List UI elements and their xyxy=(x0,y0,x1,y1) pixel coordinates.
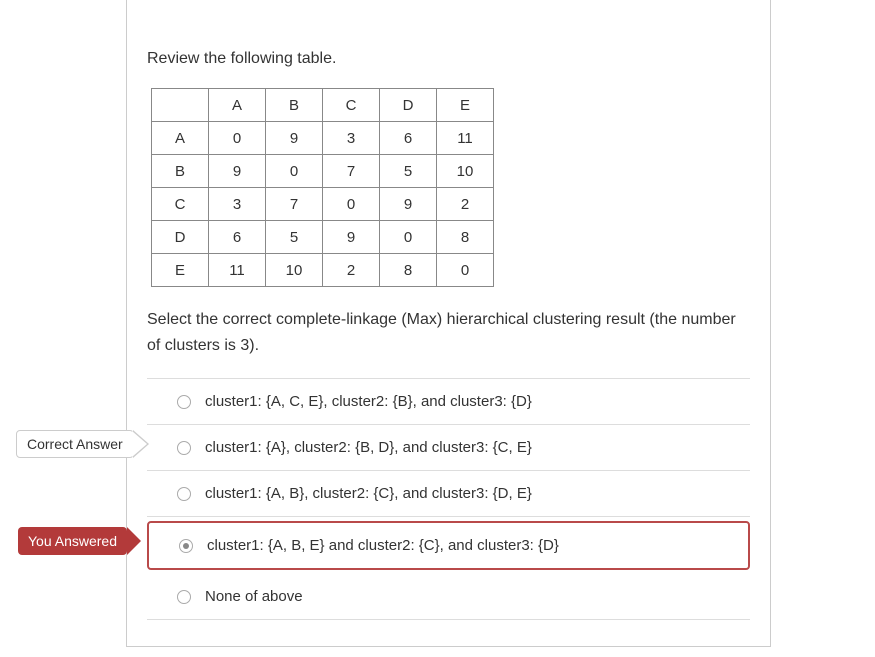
option-2[interactable]: cluster1: {A}, cluster2: {B, D}, and clu… xyxy=(147,425,750,471)
badge-label: Correct Answer xyxy=(27,436,123,452)
table-cell: 2 xyxy=(437,188,494,221)
table-row-label: D xyxy=(152,221,209,254)
radio-icon-filled xyxy=(179,539,193,553)
distance-matrix-table: A B C D E A 0 9 3 6 11 B 9 0 7 5 10 xyxy=(151,88,494,287)
table-header-cell: C xyxy=(323,89,380,122)
options-list: cluster1: {A, C, E}, cluster2: {B}, and … xyxy=(147,378,750,620)
table-cell: 8 xyxy=(380,254,437,287)
option-1[interactable]: cluster1: {A, C, E}, cluster2: {B}, and … xyxy=(147,379,750,425)
option-label: cluster1: {A, B, E} and cluster2: {C}, a… xyxy=(207,537,559,554)
table-header-row: A B C D E xyxy=(152,89,494,122)
table-header-cell: E xyxy=(437,89,494,122)
table-row-label: C xyxy=(152,188,209,221)
table-row: E 11 10 2 8 0 xyxy=(152,254,494,287)
table-header-cell: B xyxy=(266,89,323,122)
table-cell: 0 xyxy=(209,122,266,155)
radio-icon xyxy=(177,395,191,409)
table-cell: 9 xyxy=(209,155,266,188)
option-5[interactable]: None of above xyxy=(147,574,750,620)
table-cell: 5 xyxy=(266,221,323,254)
correct-answer-badge: Correct Answer xyxy=(16,430,134,458)
badge-label: You Answered xyxy=(28,533,117,549)
option-4-selected[interactable]: cluster1: {A, B, E} and cluster2: {C}, a… xyxy=(147,521,750,570)
table-cell: 9 xyxy=(380,188,437,221)
radio-icon xyxy=(177,590,191,604)
table-cell: 10 xyxy=(266,254,323,287)
table-header-cell: A xyxy=(209,89,266,122)
table-cell: 6 xyxy=(380,122,437,155)
table-cell: 7 xyxy=(266,188,323,221)
option-label: cluster1: {A, C, E}, cluster2: {B}, and … xyxy=(205,393,532,410)
table-cell: 9 xyxy=(323,221,380,254)
radio-icon xyxy=(177,487,191,501)
table-cell: 3 xyxy=(209,188,266,221)
option-label: None of above xyxy=(205,588,303,605)
radio-icon xyxy=(177,441,191,455)
table-row-label: B xyxy=(152,155,209,188)
table-cell: 10 xyxy=(437,155,494,188)
you-answered-badge: You Answered xyxy=(18,527,127,555)
table-row: B 9 0 7 5 10 xyxy=(152,155,494,188)
question-content: Review the following table. A B C D E A … xyxy=(127,0,770,640)
table-cell: 8 xyxy=(437,221,494,254)
arrow-right-icon xyxy=(132,431,147,457)
option-label: cluster1: {A}, cluster2: {B, D}, and clu… xyxy=(205,439,532,456)
table-header-cell xyxy=(152,89,209,122)
option-3[interactable]: cluster1: {A, B}, cluster2: {C}, and clu… xyxy=(147,471,750,517)
table-cell: 9 xyxy=(266,122,323,155)
table-header-cell: D xyxy=(380,89,437,122)
table-cell: 3 xyxy=(323,122,380,155)
table-row: C 3 7 0 9 2 xyxy=(152,188,494,221)
table-cell: 0 xyxy=(380,221,437,254)
table-cell: 11 xyxy=(437,122,494,155)
question-container: Review the following table. A B C D E A … xyxy=(126,0,771,647)
review-instruction: Review the following table. xyxy=(147,50,750,68)
question-prompt: Select the correct complete-linkage (Max… xyxy=(147,307,750,358)
table-cell: 0 xyxy=(266,155,323,188)
table-cell: 2 xyxy=(323,254,380,287)
option-label: cluster1: {A, B}, cluster2: {C}, and clu… xyxy=(205,485,532,502)
table-cell: 5 xyxy=(380,155,437,188)
table-cell: 0 xyxy=(323,188,380,221)
table-cell: 6 xyxy=(209,221,266,254)
table-row-label: E xyxy=(152,254,209,287)
table-cell: 7 xyxy=(323,155,380,188)
table-cell: 0 xyxy=(437,254,494,287)
table-row: D 6 5 9 0 8 xyxy=(152,221,494,254)
table-row: A 0 9 3 6 11 xyxy=(152,122,494,155)
table-row-label: A xyxy=(152,122,209,155)
table-cell: 11 xyxy=(209,254,266,287)
